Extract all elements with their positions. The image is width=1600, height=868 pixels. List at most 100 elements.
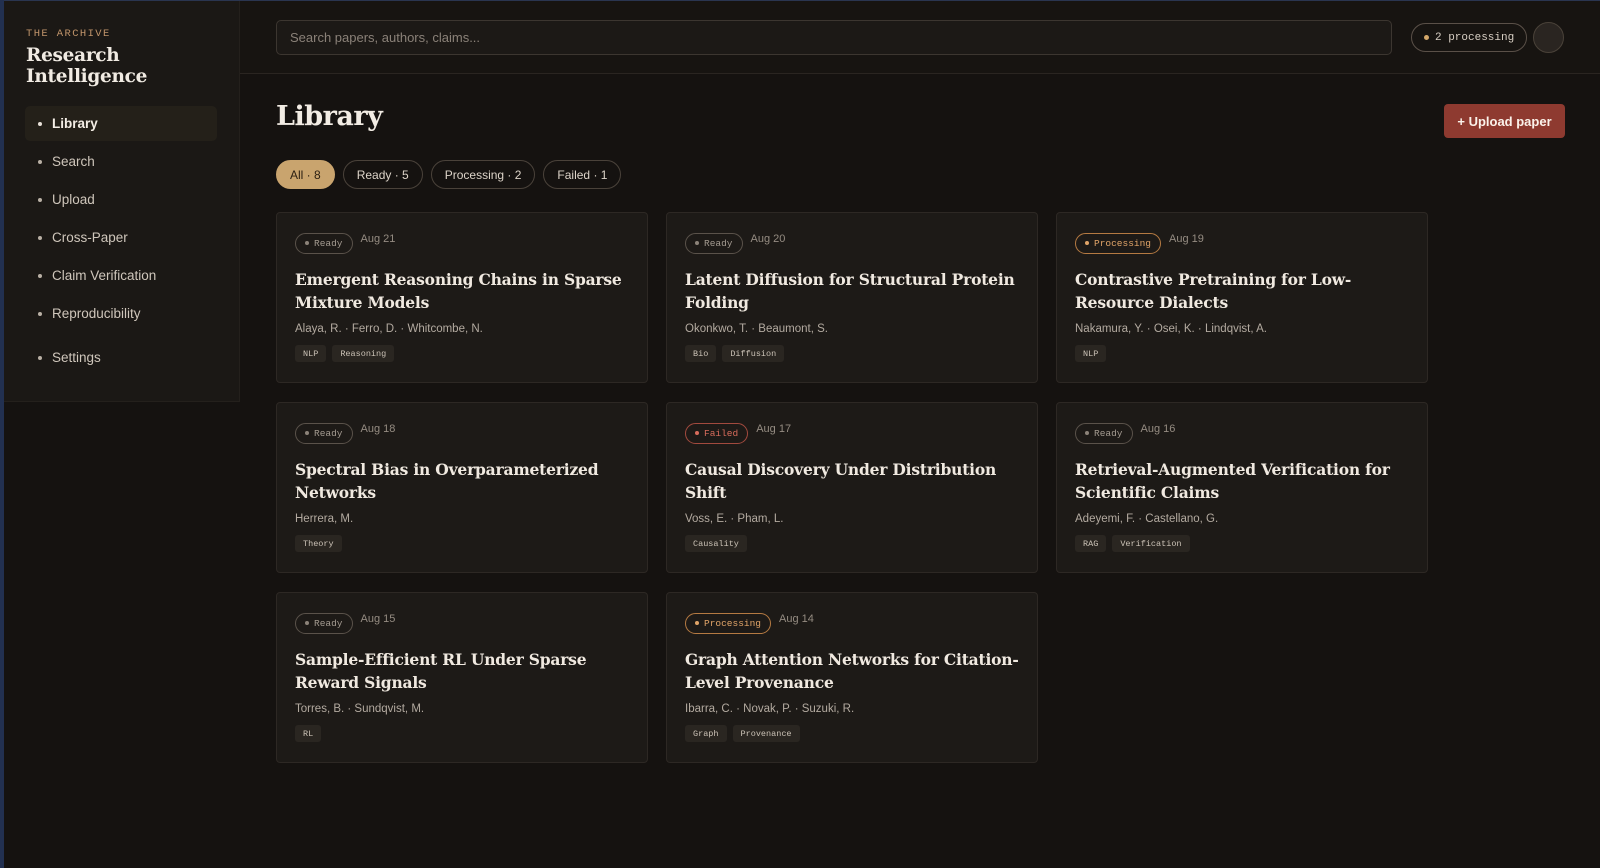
- card-meta: Ready Aug 18: [295, 421, 629, 444]
- status-badge: Processing: [1075, 232, 1162, 254]
- paper-card[interactable]: Ready Aug 20 Latent Diffusion for Struct…: [666, 212, 1038, 383]
- status-label: Ready: [704, 237, 733, 249]
- processing-status-badge[interactable]: 2 processing: [1411, 23, 1528, 52]
- sidebar: THE ARCHIVE Research Intelligence Librar…: [4, 1, 240, 402]
- paper-card[interactable]: Ready Aug 18 Spectral Bias in Overparame…: [276, 402, 648, 573]
- bullet-icon: [38, 235, 42, 240]
- status-dot-icon: [1085, 431, 1089, 435]
- sidebar-item-cross-paper[interactable]: Cross-Paper: [25, 220, 217, 255]
- sidebar-item-label: Reproducibility: [52, 306, 141, 321]
- upload-paper-button[interactable]: + Upload paper: [1444, 104, 1565, 138]
- paper-card[interactable]: Ready Aug 16 Retrieval-Augmented Verific…: [1056, 402, 1428, 573]
- sidebar-item-library[interactable]: Library: [25, 106, 217, 141]
- card-date: Aug 18: [360, 423, 396, 435]
- sidebar-item-label: Library: [52, 116, 98, 131]
- status-dot-icon: [695, 241, 699, 245]
- tag: Reasoning: [332, 345, 395, 362]
- status-label: Ready: [314, 427, 343, 439]
- tag-list: Theory: [295, 535, 629, 552]
- paper-card-grid: Ready Aug 21 Emergent Reasoning Chains i…: [276, 212, 1429, 763]
- card-meta: Ready Aug 21: [295, 231, 629, 254]
- sidebar-item-label: Settings: [52, 350, 101, 365]
- card-meta: Failed Aug 17: [685, 421, 1019, 444]
- paper-authors: Alaya, R. · Ferro, D. · Whitcombe, N.: [295, 323, 483, 335]
- status-filter-group: All · 8 Ready · 5 Processing · 2 Failed …: [276, 160, 622, 189]
- paper-authors: Herrera, M.: [295, 513, 354, 525]
- paper-authors: Nakamura, Y. · Osei, K. · Lindqvist, A.: [1075, 323, 1267, 335]
- card-meta: Ready Aug 15: [295, 611, 629, 634]
- status-dot-icon: [695, 431, 699, 435]
- sidebar-item-reproducibility[interactable]: Reproducibility: [25, 296, 217, 331]
- brand-kicker: THE ARCHIVE: [26, 28, 111, 40]
- filter-ready[interactable]: Ready · 5: [342, 160, 423, 189]
- filter-failed[interactable]: Failed · 1: [543, 160, 622, 189]
- paper-authors: Okonkwo, T. · Beaumont, S.: [685, 323, 828, 335]
- filter-all[interactable]: All · 8: [276, 160, 335, 189]
- paper-title: Causal Discovery Under Distribution Shif…: [685, 460, 997, 502]
- tag: RAG: [1075, 535, 1107, 552]
- status-label: Failed: [704, 427, 739, 439]
- paper-card[interactable]: Ready Aug 21 Emergent Reasoning Chains i…: [276, 212, 648, 383]
- status-badge: Ready: [685, 232, 743, 254]
- tag: Verification: [1112, 535, 1190, 552]
- sidebar-item-upload[interactable]: Upload: [25, 182, 217, 217]
- sidebar-item-label: Search: [52, 154, 95, 169]
- card-date: Aug 17: [756, 423, 792, 435]
- paper-card[interactable]: Failed Aug 17 Causal Discovery Under Dis…: [666, 402, 1038, 573]
- sidebar-item-search[interactable]: Search: [25, 144, 217, 179]
- card-meta: Processing Aug 19: [1075, 231, 1409, 254]
- status-badge: Processing: [685, 612, 772, 634]
- status-dot-icon: [1085, 241, 1089, 245]
- sidebar-item-claim-verification[interactable]: Claim Verification: [25, 258, 217, 293]
- filter-processing[interactable]: Processing · 2: [430, 160, 536, 189]
- bullet-icon: [38, 197, 42, 202]
- tag-list: RAG Verification: [1075, 535, 1409, 552]
- tag: Diffusion: [722, 345, 785, 362]
- tag: Graph: [685, 725, 727, 742]
- paper-title: Sample-Efficient RL Under Sparse Reward …: [295, 650, 587, 692]
- card-meta: Processing Aug 14: [685, 611, 1019, 634]
- paper-title: Retrieval-Augmented Verification for Sci…: [1075, 460, 1390, 502]
- sidebar-item-label: Upload: [52, 192, 95, 207]
- search-input[interactable]: [276, 20, 1392, 55]
- paper-title: Contrastive Pretraining for Low-Resource…: [1075, 270, 1352, 312]
- sidebar-item-label: Claim Verification: [52, 268, 157, 283]
- paper-authors: Torres, B. · Sundqvist, M.: [295, 703, 425, 715]
- status-dot-icon: [695, 621, 699, 625]
- bullet-icon: [38, 121, 42, 126]
- card-date: Aug 15: [360, 613, 396, 625]
- status-badge: Ready: [295, 612, 353, 634]
- card-date: Aug 16: [1140, 423, 1176, 435]
- sidebar-item-settings[interactable]: Settings: [25, 340, 217, 375]
- paper-title: Graph Attention Networks for Citation-Le…: [685, 650, 1019, 692]
- page-title: Library: [276, 101, 383, 132]
- tag: NLP: [295, 345, 327, 362]
- paper-card[interactable]: Processing Aug 19 Contrastive Pretrainin…: [1056, 212, 1428, 383]
- paper-card[interactable]: Processing Aug 14 Graph Attention Networ…: [666, 592, 1038, 763]
- status-label: Ready: [314, 237, 343, 249]
- tag: Theory: [295, 535, 342, 552]
- card-meta: Ready Aug 16: [1075, 421, 1409, 444]
- tag-list: NLP Reasoning: [295, 345, 629, 362]
- card-date: Aug 14: [779, 613, 814, 625]
- tag: Bio: [685, 345, 717, 362]
- tag: RL: [295, 725, 322, 742]
- bullet-icon: [38, 311, 42, 316]
- tag: Causality: [685, 535, 747, 552]
- status-label: Ready: [1094, 427, 1123, 439]
- paper-card[interactable]: Ready Aug 15 Sample-Efficient RL Under S…: [276, 592, 648, 763]
- paper-title: Latent Diffusion for Structural Protein …: [685, 270, 1015, 312]
- paper-authors: Ibarra, C. · Novak, P. · Suzuki, R.: [685, 703, 855, 715]
- paper-authors: Voss, E. · Pham, L.: [685, 513, 784, 525]
- bullet-icon: [38, 273, 42, 278]
- card-date: Aug 20: [750, 233, 786, 245]
- bullet-icon: [38, 159, 42, 164]
- topbar: 2 processing: [240, 1, 1600, 74]
- status-badge: Ready: [1075, 422, 1133, 444]
- avatar[interactable]: [1533, 22, 1564, 53]
- tag-list: RL: [295, 725, 629, 742]
- status-dot-icon: [305, 431, 309, 435]
- paper-title: Spectral Bias in Overparameterized Netwo…: [295, 460, 599, 502]
- paper-authors: Adeyemi, F. · Castellano, G.: [1075, 513, 1219, 525]
- status-dot-icon: [305, 621, 309, 625]
